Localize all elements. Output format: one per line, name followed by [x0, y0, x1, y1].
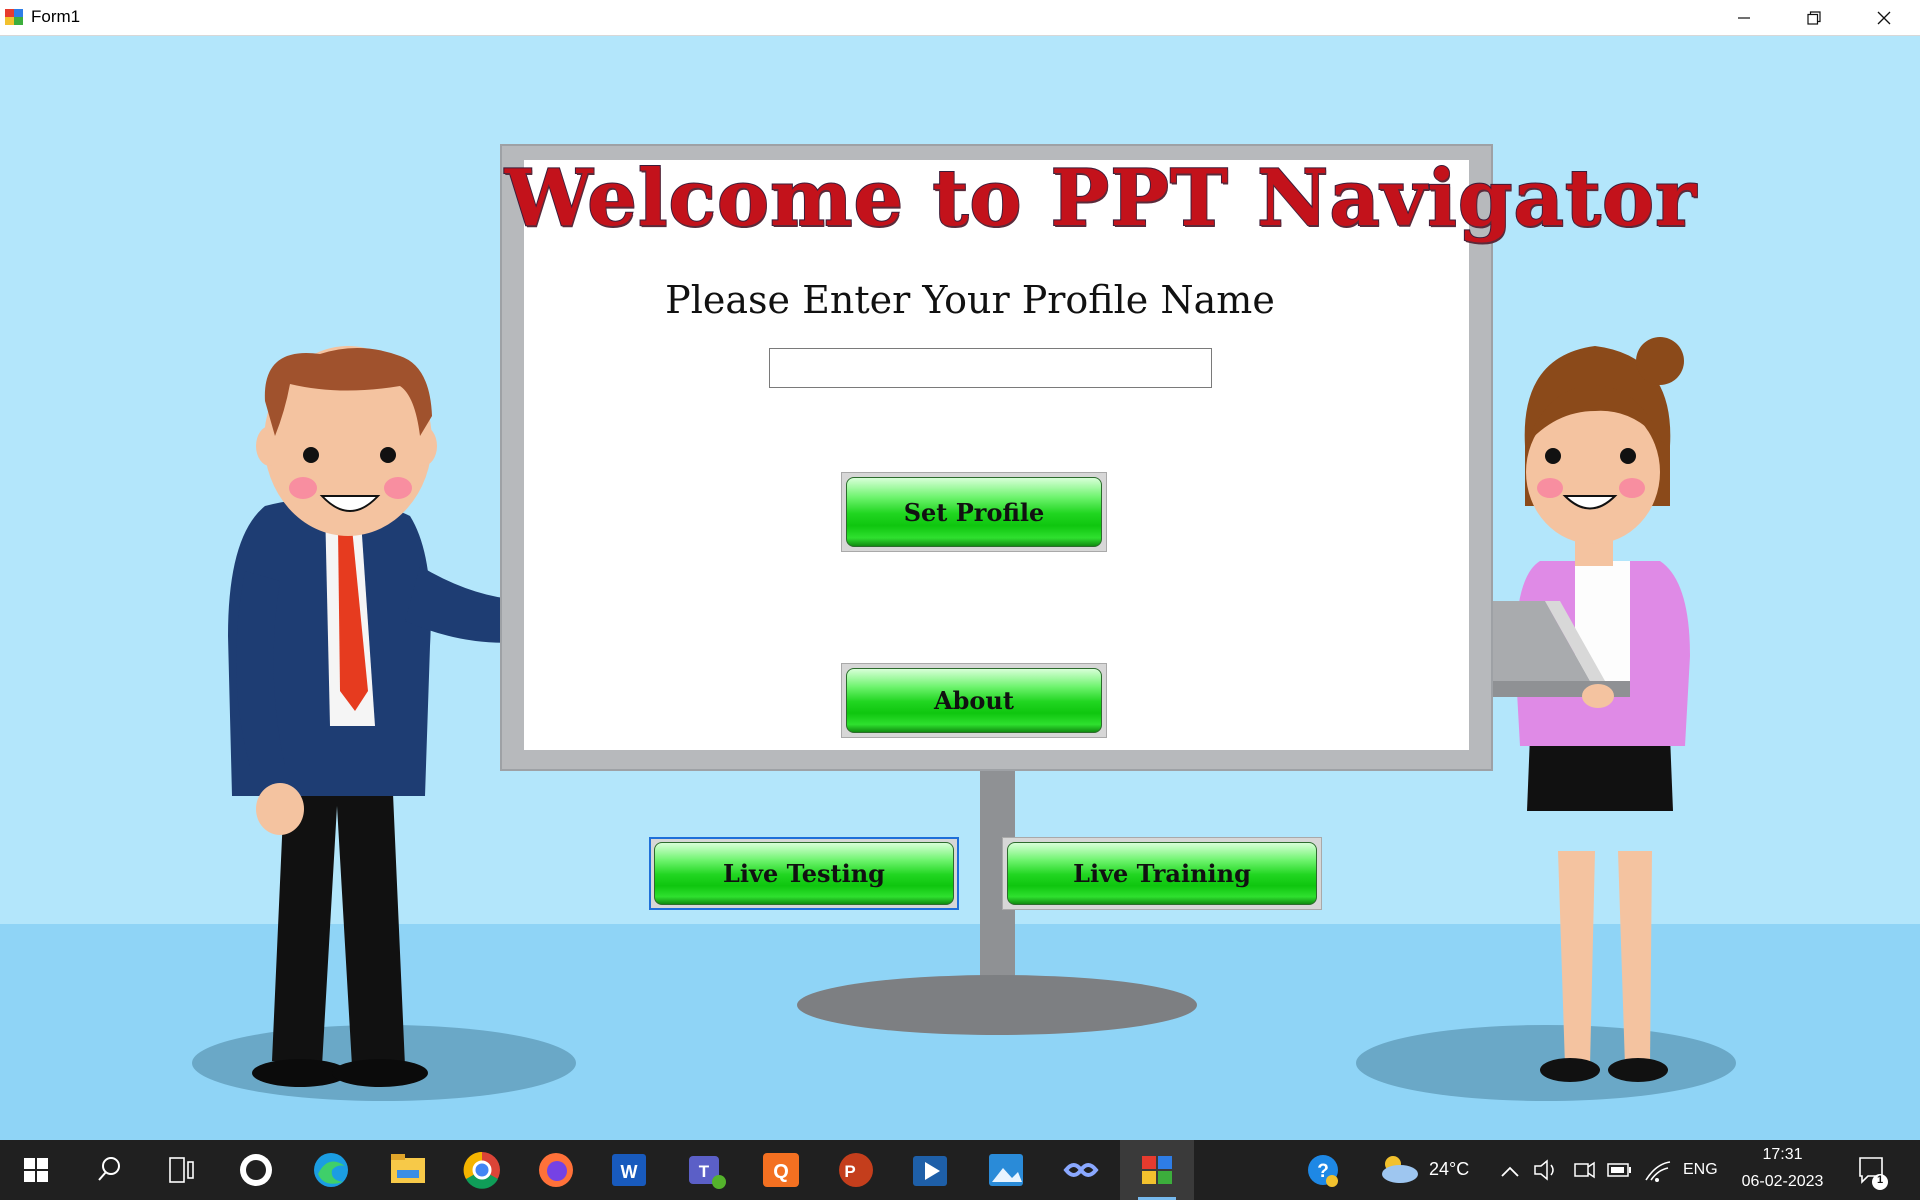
input-language[interactable]: ENG — [1683, 1161, 1718, 1179]
minimize-icon — [1738, 16, 1750, 19]
word-icon[interactable]: W — [612, 1154, 646, 1186]
video-player-icon[interactable] — [913, 1156, 947, 1186]
search-icon[interactable] — [98, 1157, 120, 1181]
window-titlebar: Form1 — [0, 0, 1920, 36]
windows-start-icon[interactable] — [24, 1158, 48, 1182]
form-client-area: Welcome to PPT Navigator Please Enter Yo… — [0, 36, 1920, 1140]
restore-button[interactable] — [1779, 0, 1849, 35]
notification-count-badge: 1 — [1876, 1174, 1884, 1186]
wifi-icon[interactable] — [1645, 1161, 1671, 1182]
minimize-button[interactable] — [1709, 0, 1779, 35]
powerpoint-icon[interactable]: P — [839, 1153, 873, 1187]
help-icon[interactable]: ? — [1308, 1155, 1338, 1187]
profile-name-prompt: Please Enter Your Profile Name — [665, 278, 1275, 322]
task-view-icon[interactable] — [169, 1157, 194, 1183]
live-testing-button[interactable]: Live Testing — [649, 837, 959, 910]
board-stand-base — [797, 975, 1197, 1035]
meet-now-icon[interactable] — [1574, 1161, 1595, 1179]
close-button[interactable] — [1849, 0, 1919, 35]
snipping-tool-icon[interactable] — [240, 1154, 272, 1186]
file-explorer-icon[interactable] — [391, 1154, 425, 1183]
svg-text:W: W — [621, 1162, 638, 1182]
infinity-app-icon[interactable] — [1063, 1163, 1099, 1177]
teams-icon[interactable]: T — [689, 1156, 726, 1189]
set-profile-button-label: Set Profile — [846, 477, 1102, 547]
weather-icon[interactable] — [1382, 1156, 1418, 1183]
set-profile-button[interactable]: Set Profile — [841, 472, 1107, 552]
clock-time[interactable]: 17:31 — [1735, 1146, 1830, 1164]
welcome-headline: Welcome to PPT Navigator — [504, 152, 1698, 245]
svg-text:Q: Q — [773, 1161, 789, 1183]
qr-app-icon[interactable]: Q — [763, 1153, 799, 1187]
photos-icon[interactable] — [989, 1154, 1023, 1186]
chrome-icon[interactable] — [463, 1151, 500, 1189]
svg-text:T: T — [699, 1162, 710, 1181]
clock-date[interactable]: 06-02-2023 — [1735, 1173, 1830, 1191]
close-icon — [1877, 11, 1891, 24]
restore-icon — [1807, 10, 1821, 25]
weather-temperature[interactable]: 24°C — [1429, 1159, 1469, 1180]
about-button[interactable]: About — [841, 663, 1107, 738]
edge-icon[interactable] — [314, 1153, 348, 1187]
profile-name-input[interactable] — [769, 348, 1212, 388]
taskbar: W T Q P ? 24°C ENG 17:31 06-02-2023 1 — [0, 1140, 1920, 1200]
volume-icon[interactable] — [1534, 1159, 1554, 1181]
about-button-label: About — [846, 668, 1102, 733]
live-training-button-label: Live Training — [1007, 842, 1317, 905]
battery-icon[interactable] — [1607, 1163, 1631, 1177]
hidden-icons-chevron-icon[interactable] — [1501, 1166, 1519, 1177]
firefox-icon[interactable] — [539, 1153, 573, 1187]
live-testing-button-label: Live Testing — [654, 842, 954, 905]
form-app-icon — [5, 9, 23, 25]
svg-text:P: P — [844, 1162, 855, 1181]
window-title: Form1 — [31, 7, 81, 26]
live-training-button[interactable]: Live Training — [1002, 837, 1322, 910]
